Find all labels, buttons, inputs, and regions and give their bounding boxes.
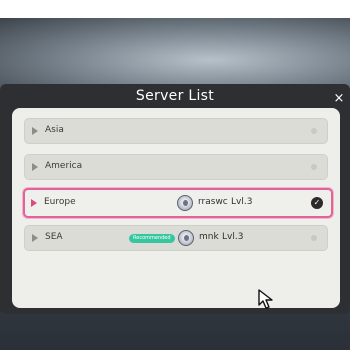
server-list-panel: Asia America Europe rraswc Lvl.3 ✓ SEA R… [12, 108, 340, 308]
server-region-label: Europe [44, 197, 76, 207]
player-avatar [178, 230, 194, 246]
dialog-title: Server List [135, 88, 215, 104]
server-row-america[interactable]: America [24, 154, 328, 180]
player-level: Lvl.3 [231, 197, 253, 207]
server-region-label: SEA [45, 232, 63, 242]
server-row-asia[interactable]: Asia [24, 118, 328, 144]
top-bar [0, 0, 350, 18]
check-icon: ✓ [311, 197, 323, 209]
player-name: rraswc [198, 197, 228, 207]
close-button[interactable]: × [332, 92, 346, 106]
player-name: mnk [199, 232, 219, 242]
server-list-dialog: Server List × Asia America Europe rraswc… [0, 84, 350, 314]
recommended-badge: Recommended [129, 234, 175, 243]
server-row-sea[interactable]: SEA Recommended mnk Lvl.3 [24, 225, 328, 251]
server-row-europe[interactable]: Europe rraswc Lvl.3 ✓ [23, 188, 333, 218]
status-dot-icon [311, 235, 317, 241]
player-level: Lvl.3 [222, 232, 244, 242]
server-region-label: America [45, 161, 83, 171]
play-icon [32, 234, 38, 242]
status-dot-icon [311, 128, 317, 134]
cursor-icon [258, 289, 273, 309]
game-background [0, 18, 350, 88]
play-icon [32, 163, 38, 171]
status-dot-icon [311, 164, 317, 170]
play-icon [32, 127, 38, 135]
player-avatar [177, 195, 193, 211]
play-icon [31, 199, 37, 207]
server-region-label: Asia [45, 125, 64, 135]
